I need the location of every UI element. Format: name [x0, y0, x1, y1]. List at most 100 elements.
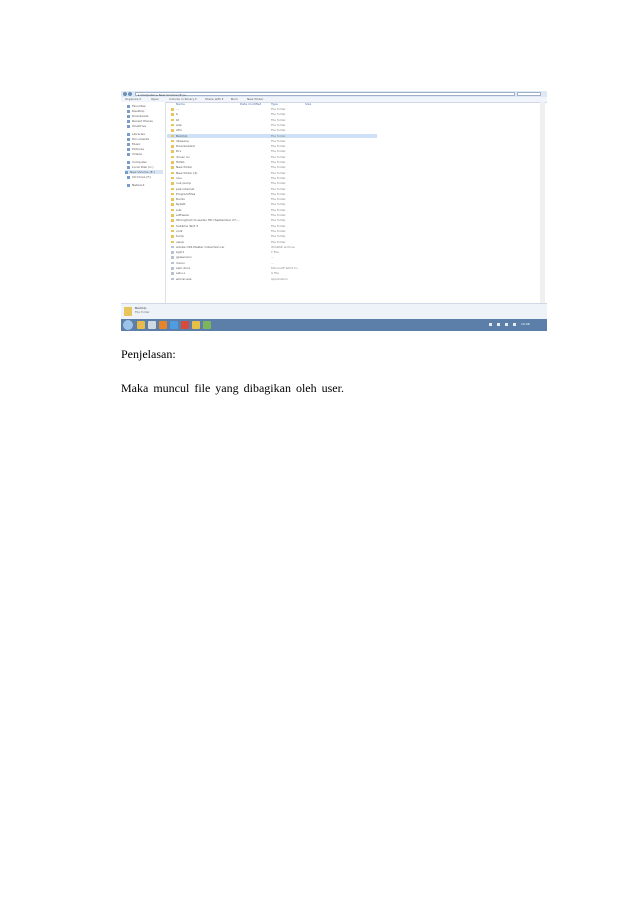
sidebar-item-label: Pictures [132, 147, 144, 151]
file-type: WinRAR archive [271, 244, 295, 249]
file-name: bt [176, 117, 180, 122]
sidebar-item[interactable]: Network [127, 183, 145, 187]
folder-icon [171, 150, 174, 153]
file-name: uni2 [176, 228, 183, 233]
file-row[interactable]: winrar.exe Application [167, 277, 377, 282]
file-type: File folder [271, 107, 286, 111]
file-row[interactable]: Runtu File folder [167, 197, 377, 202]
file-row[interactable]: Downloaded File folder [167, 144, 377, 149]
file-type: Application [271, 276, 288, 281]
sidebar-item-label: Network [132, 183, 145, 187]
file-row[interactable]: dbasene File folder [167, 139, 377, 144]
sidebar-item[interactable]: CD Drive (F:) [127, 175, 151, 179]
file-row[interactable]: bgit.t T File [167, 250, 377, 255]
file-row[interactable]: tump File folder [167, 234, 377, 239]
sidebar-item[interactable]: Videos [127, 152, 142, 156]
app-icon[interactable] [148, 321, 156, 329]
sidebar-item[interactable]: Local Disk (C:) [127, 165, 154, 169]
app-icon[interactable] [203, 321, 211, 329]
forward-icon[interactable] [128, 92, 132, 96]
column-size[interactable]: Size [305, 102, 311, 106]
sidebar-item[interactable]: Music [127, 142, 141, 146]
file-row[interactable]: ade File folder [167, 123, 377, 128]
file-row[interactable]: nuk pump File folder [167, 181, 377, 186]
file-row[interactable]: Ryzatt File folder [167, 202, 377, 207]
file-row[interactable]: Drv File folder [167, 149, 377, 154]
file-icon [171, 277, 174, 281]
file-row[interactable]: menu... [167, 261, 377, 266]
file-name: ProgramFiles [176, 191, 196, 196]
file-row[interactable]: BackUp File folder [167, 133, 377, 138]
file-type: File folder [271, 160, 286, 164]
explorer-icon[interactable] [137, 321, 145, 329]
file-row[interactable]: pak internet File folder [167, 187, 377, 192]
file-row[interactable]: ProgramFiles File folder [167, 192, 377, 197]
file-row[interactable]: sub File folder [167, 208, 377, 213]
vertical-scrollbar[interactable] [540, 102, 545, 303]
folder-icon [171, 134, 174, 137]
file-row[interactable]: nau File folder [167, 176, 377, 181]
address-bar[interactable]: ▸ Computer ▸ New Volume (E:) ▸ [135, 92, 515, 97]
file-row[interactable]: gpwersion... [167, 255, 377, 260]
folder-icon[interactable] [192, 321, 200, 329]
sidebar-item[interactable]: Pictures [127, 147, 144, 151]
back-icon[interactable] [123, 92, 127, 96]
file-row[interactable]: New folder File folder [167, 165, 377, 170]
file-row[interactable]: setu.x X File [167, 271, 377, 276]
sidebar-item-label: New Volume (E:) [130, 170, 155, 174]
sidebar-item[interactable]: Computer [127, 160, 147, 164]
sidebar-item[interactable]: Libraries [127, 132, 145, 136]
file-row[interactable]: Sublime Text 3 File folder [167, 224, 377, 229]
file-row[interactable]: sam.docx Microsoft Word D... [167, 266, 377, 271]
desktop-icon [127, 109, 130, 113]
star-icon [127, 104, 130, 108]
browser-icon[interactable] [170, 321, 178, 329]
file-row[interactable]: HASIL File folder [167, 160, 377, 165]
battery-icon[interactable] [513, 323, 516, 326]
file-row[interactable]: Adobe CS6 Master Collection.rar WinRAR ar… [167, 245, 377, 250]
file-name: Sublime Text 3 [176, 223, 199, 228]
sidebar-item[interactable]: Favorites [127, 104, 146, 108]
file-row[interactable]: driver nu File folder [167, 155, 377, 160]
media-icon[interactable] [159, 321, 167, 329]
sidebar-item[interactable]: New Volume (E:) [125, 170, 163, 174]
file-type: File folder [271, 186, 286, 191]
tray-arrow-icon[interactable] [489, 323, 492, 326]
network-icon[interactable] [497, 323, 500, 326]
file-type: File folder [271, 133, 286, 138]
sidebar-item[interactable]: OneDrive [127, 124, 146, 128]
sidebar-item[interactable]: Recent Places [127, 119, 153, 123]
file-type: File folder [271, 112, 286, 117]
folder-icon [171, 192, 174, 196]
file-row[interactable]: uni2 File folder [167, 229, 377, 234]
file-row[interactable]: afm File folder [167, 128, 377, 133]
column-type[interactable]: Type [271, 102, 278, 106]
folder-icon [171, 235, 174, 238]
sidebar-item[interactable]: Documents [127, 137, 149, 141]
sidebar-item[interactable]: Downloads [127, 114, 148, 118]
column-date[interactable]: Date modified [240, 102, 261, 106]
column-name[interactable]: Name [176, 102, 185, 106]
file-row[interactable]: bt File folder [167, 118, 377, 123]
file-row[interactable]: ... File folder [167, 107, 377, 112]
file-name: Runtu [176, 197, 185, 202]
file-row[interactable]: Stronghold Crusader HD (September 27,...… [167, 218, 377, 223]
file-row[interactable]: software File folder [167, 213, 377, 218]
file-name: bgit.t [176, 250, 184, 255]
sidebar-item-label: CD Drive (F:) [132, 175, 152, 179]
music-icon [127, 142, 130, 146]
sidebar-item[interactable]: Desktop [127, 109, 144, 113]
file-name: HASIL [176, 160, 185, 164]
volume-icon[interactable] [505, 323, 508, 326]
file-name: pak internet [176, 186, 195, 191]
file-row[interactable]: b File folder [167, 112, 377, 117]
file-type: File folder [271, 197, 286, 202]
file-row[interactable]: New folder (2) File folder [167, 171, 377, 176]
file-name: software [176, 213, 189, 217]
file-name: BackUp [176, 133, 188, 138]
search-input[interactable] [517, 92, 541, 96]
file-row[interactable]: uwop File folder [167, 240, 377, 245]
start-icon[interactable] [123, 320, 133, 330]
app-icon[interactable] [181, 321, 189, 329]
file-type: File folder [271, 175, 286, 180]
